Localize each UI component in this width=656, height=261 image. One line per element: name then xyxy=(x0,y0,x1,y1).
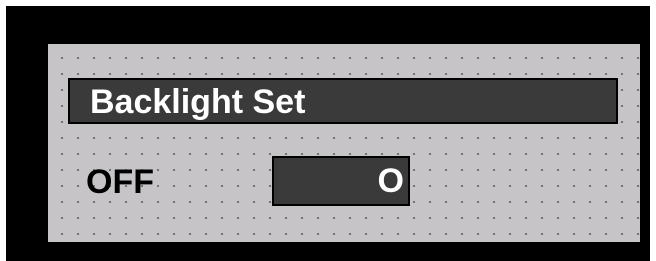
hmi-screen: Backlight Set OFF O xyxy=(48,44,640,242)
backlight-value-field[interactable]: O xyxy=(272,156,410,206)
backlight-status-label: OFF xyxy=(86,163,154,201)
title-bar: Backlight Set xyxy=(68,78,618,124)
backlight-value-text: O xyxy=(377,162,404,200)
display-bezel: Backlight Set OFF O xyxy=(6,6,650,261)
hmi-device: Backlight Set OFF O xyxy=(0,0,656,261)
page-title: Backlight Set xyxy=(90,83,306,121)
